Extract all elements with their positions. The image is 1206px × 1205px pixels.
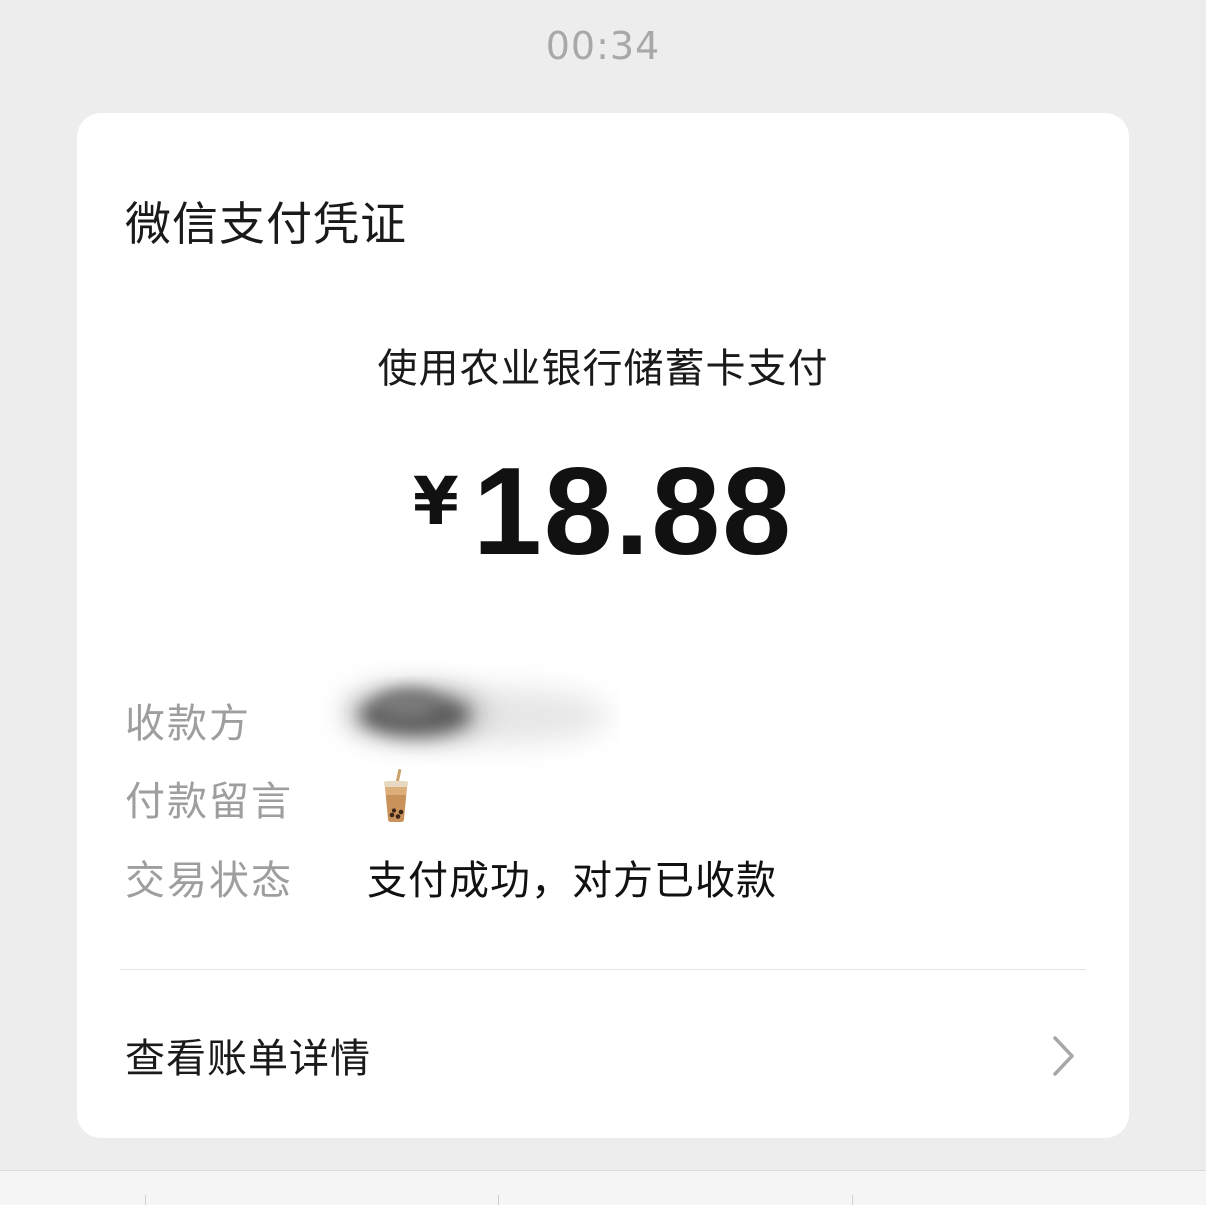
bottom-toolbar bbox=[0, 1170, 1206, 1205]
amount-display: ¥18.88 bbox=[77, 441, 1129, 583]
bubble-tea-icon bbox=[384, 769, 408, 822]
chevron-right-icon bbox=[1053, 1036, 1074, 1076]
payment-method-text: 使用农业银行储蓄卡支付 bbox=[377, 346, 829, 392]
payment-note-label: 付款留言 bbox=[125, 779, 293, 825]
payment-receipt-card[interactable]: 微信支付凭证 使用农业银行储蓄卡支付 ¥18.88 收款方 付款留言 交易状态 … bbox=[77, 113, 1129, 1138]
view-bill-details-link[interactable]: 查看账单详情 bbox=[77, 998, 1129, 1108]
payment-note-row: 付款留言 bbox=[125, 769, 1085, 829]
payee-row: 收款方 bbox=[125, 687, 1085, 751]
redacted-payee-name bbox=[345, 687, 610, 744]
transaction-status-row: 交易状态 支付成功，对方已收款 bbox=[125, 848, 1085, 908]
amount-value: 18.88 bbox=[472, 443, 794, 581]
currency-symbol: ¥ bbox=[412, 463, 459, 540]
transaction-status-value: 支付成功，对方已收款 bbox=[367, 858, 777, 904]
view-bill-details-label: 查看账单详情 bbox=[125, 1036, 371, 1082]
message-timestamp: 00:34 bbox=[545, 24, 661, 68]
divider bbox=[120, 969, 1086, 970]
payee-label: 收款方 bbox=[125, 701, 251, 747]
receipt-title: 微信支付凭证 bbox=[125, 197, 407, 251]
transaction-status-label: 交易状态 bbox=[125, 858, 293, 904]
